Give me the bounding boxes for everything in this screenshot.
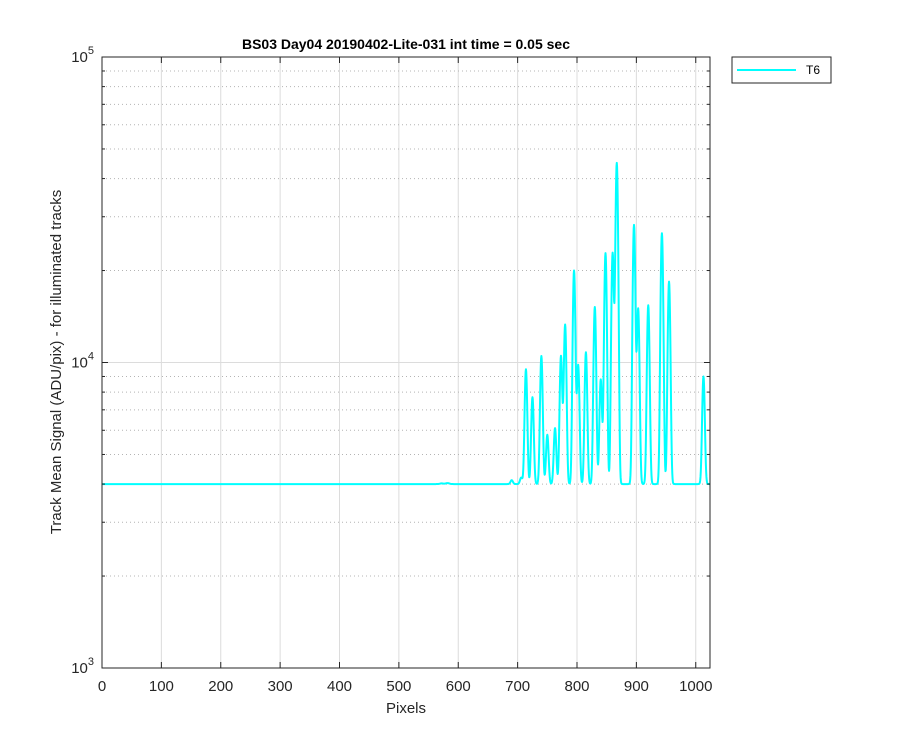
y-tick-exponent: 3	[88, 656, 94, 668]
chart-title: BS03 Day04 20190402-Lite-031 int time = …	[242, 36, 570, 52]
legend-entry-label: T6	[806, 63, 820, 77]
x-tick-label: 200	[208, 678, 233, 695]
y-axis-label: Track Mean Signal (ADU/pix) - for illumi…	[48, 190, 65, 535]
x-tick-label: 1000	[679, 678, 712, 695]
y-tick-exponent: 4	[88, 351, 94, 363]
x-tick-label: 600	[446, 678, 471, 695]
x-tick-label: 900	[624, 678, 649, 695]
x-tick-label: 0	[98, 678, 106, 695]
chart-figure: 0 100 200 300 400 500 600 700 800 900 1000 1031041…	[0, 0, 900, 750]
x-axis-label: Pixels	[386, 700, 426, 717]
x-tick-label: 500	[386, 678, 411, 695]
x-tick-label: 700	[505, 678, 530, 695]
y-tick-exponent: 5	[88, 45, 94, 57]
x-tick-label: 300	[268, 678, 293, 695]
x-tick-label: 100	[149, 678, 174, 695]
x-tick-label: 400	[327, 678, 352, 695]
legend: T6	[731, 56, 832, 84]
x-tick-label: 800	[564, 678, 589, 695]
